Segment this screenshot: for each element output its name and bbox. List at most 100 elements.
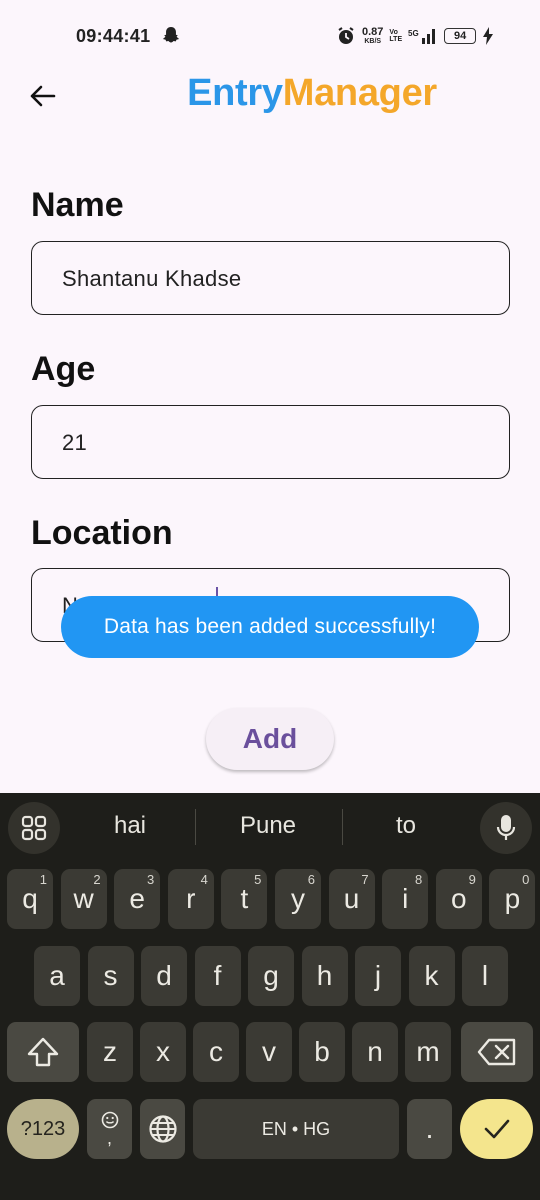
key-v[interactable]: v: [246, 1022, 292, 1082]
key-hint: 4: [200, 872, 208, 887]
location-label: Location: [31, 514, 173, 552]
suggestion-2[interactable]: Pune: [218, 812, 318, 840]
name-field[interactable]: Shantanu Khadse: [31, 241, 510, 315]
network-speed: 0.87 KB/S: [362, 26, 384, 46]
key-u[interactable]: u7: [328, 869, 375, 929]
volte-bottom: LTE: [389, 36, 403, 43]
key-p[interactable]: p0: [489, 869, 536, 929]
key-m[interactable]: m: [405, 1022, 451, 1082]
key-b[interactable]: b: [299, 1022, 345, 1082]
key-i[interactable]: i8: [382, 869, 429, 929]
alarm-icon: [338, 27, 354, 44]
key-label: o: [451, 883, 467, 914]
backspace-key[interactable]: [461, 1022, 533, 1082]
key-label: w: [73, 883, 94, 914]
key-q[interactable]: q1: [7, 869, 53, 929]
key-hint: 1: [39, 872, 47, 887]
key-hint: 8: [414, 872, 423, 887]
key-t[interactable]: t5: [221, 869, 268, 929]
key-z[interactable]: z: [87, 1022, 133, 1082]
status-bar: 09:44:41 0.87 KB/S Vo LTE 5G 94: [0, 0, 540, 72]
app-title-manager: Manager: [282, 72, 437, 114]
space-key[interactable]: EN • HG: [193, 1099, 399, 1159]
backspace-icon: [477, 1038, 516, 1066]
key-d[interactable]: d: [141, 946, 187, 1006]
key-y[interactable]: y6: [275, 869, 321, 929]
keyboard-menu-button[interactable]: [8, 802, 60, 854]
key-a[interactable]: a: [34, 946, 80, 1006]
key-label: m: [416, 1036, 440, 1067]
emoji-comma-key[interactable]: ,: [87, 1099, 132, 1159]
key-hint: 2: [93, 872, 101, 887]
age-value: 21: [62, 430, 88, 455]
key-hint: 6: [307, 872, 315, 887]
key-label: f: [213, 960, 222, 991]
shift-arrow-icon: [27, 1037, 59, 1067]
status-time: 09:44:41: [76, 26, 151, 46]
suggestion-divider: [195, 809, 196, 845]
network-speed-value: 0.87: [362, 26, 384, 38]
key-hint: 3: [146, 872, 155, 887]
key-label: g: [263, 960, 279, 991]
key-label: u: [343, 883, 360, 914]
key-label: x: [156, 1036, 170, 1067]
key-o[interactable]: o9: [435, 869, 482, 929]
suggestion-3[interactable]: to: [366, 812, 446, 840]
key-c[interactable]: c: [193, 1022, 239, 1082]
suggestion-1[interactable]: hai: [90, 812, 170, 840]
name-label: Name: [31, 186, 124, 224]
key-label: i: [402, 883, 409, 914]
app-title-entry: Entry: [187, 72, 283, 114]
age-field[interactable]: 21: [31, 405, 510, 479]
key-s[interactable]: s: [87, 946, 134, 1006]
key-r[interactable]: r4: [167, 869, 214, 929]
key-label: q: [22, 883, 38, 914]
app-title: EntryManager: [0, 72, 540, 115]
key-x[interactable]: x: [140, 1022, 186, 1082]
symbols-key[interactable]: ?123: [7, 1099, 79, 1159]
key-k[interactable]: k: [408, 946, 455, 1006]
key-n[interactable]: n: [352, 1022, 398, 1082]
emoji-icon: [101, 1111, 118, 1129]
key-g[interactable]: g: [248, 946, 294, 1006]
key-h[interactable]: h: [301, 946, 348, 1006]
key-label: j: [374, 960, 382, 991]
charging-bolt-icon: [483, 27, 494, 45]
key-label: y: [291, 883, 305, 914]
suggestion-divider: [342, 809, 343, 845]
key-label: r: [186, 883, 196, 914]
battery-indicator: 94: [444, 28, 477, 44]
key-label: v: [262, 1036, 276, 1067]
key-label: t: [240, 883, 249, 914]
key-label: h: [316, 960, 333, 991]
key-j[interactable]: j: [355, 946, 401, 1006]
key-label: d: [156, 960, 172, 991]
signal-5g-label: 5G: [408, 29, 419, 38]
key-f[interactable]: f: [194, 946, 241, 1006]
volte-top: Vo: [389, 28, 398, 36]
signal-5g-icon: 5G: [408, 29, 436, 44]
key-label: n: [367, 1036, 383, 1067]
key-l[interactable]: l: [462, 946, 508, 1006]
key-hint: 9: [468, 872, 476, 887]
microphone-icon: [496, 815, 516, 840]
key-label: k: [424, 960, 439, 991]
key-hint: 7: [361, 872, 369, 887]
comma-label: ,: [106, 1128, 112, 1148]
voice-input-button[interactable]: [480, 802, 532, 854]
key-e[interactable]: e3: [114, 869, 161, 929]
key-label: s: [103, 960, 118, 991]
language-key[interactable]: [140, 1099, 185, 1159]
add-button[interactable]: Add: [206, 708, 334, 770]
success-toast: Data has been added successfully!: [61, 596, 479, 658]
suggestion-bar: hai Pune to: [0, 793, 540, 859]
key-w[interactable]: w2: [60, 869, 107, 929]
period-key[interactable]: .: [407, 1099, 452, 1159]
shift-key[interactable]: [7, 1022, 79, 1082]
soft-keyboard: hai Pune to ?123 , EN • HG . q 1 w 2 e 3…: [0, 793, 540, 1200]
key-label: p: [504, 883, 521, 914]
network-speed-unit: KB/S: [364, 38, 382, 45]
key-label: z: [103, 1036, 117, 1067]
key-label: c: [209, 1036, 223, 1067]
enter-key[interactable]: [460, 1099, 533, 1159]
